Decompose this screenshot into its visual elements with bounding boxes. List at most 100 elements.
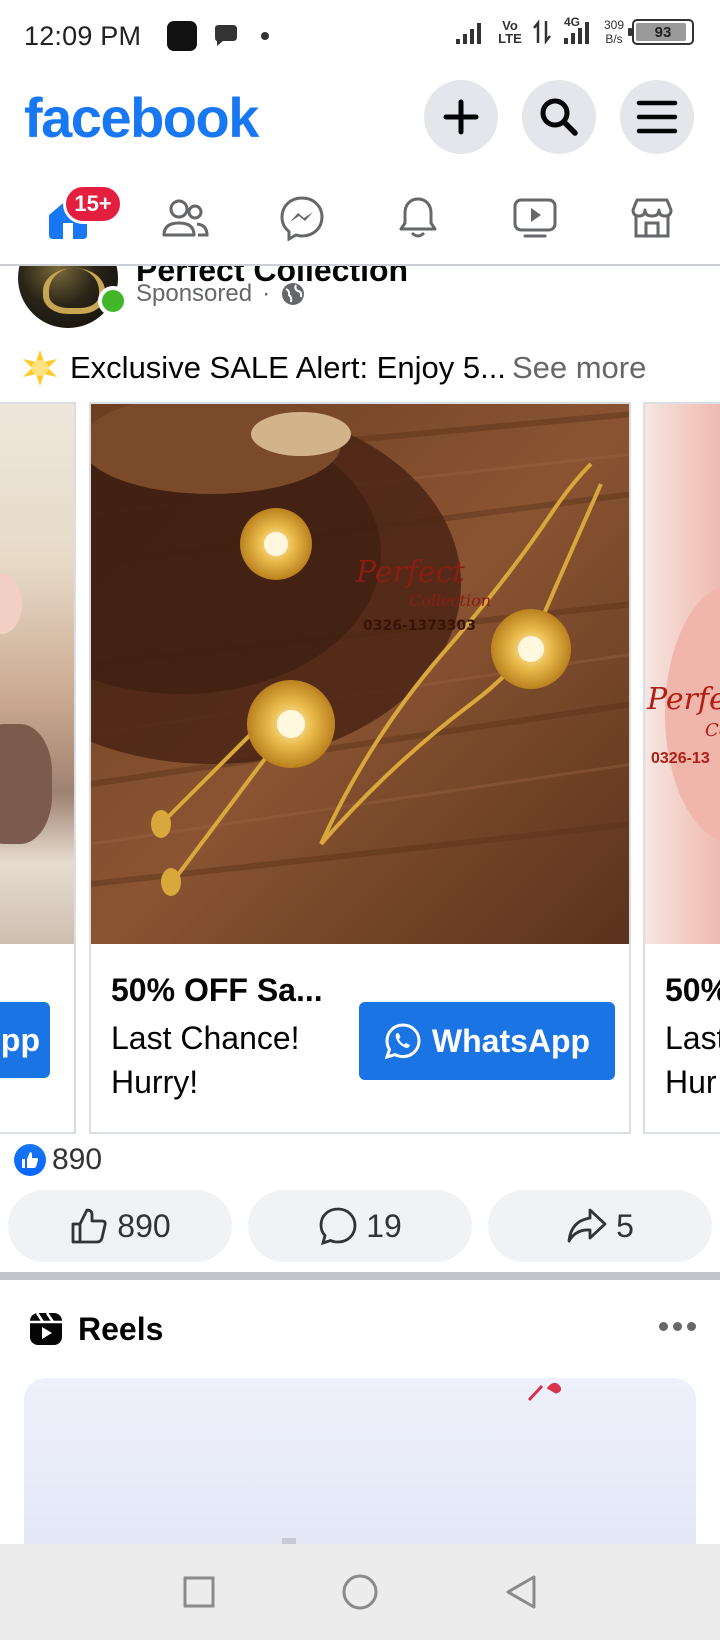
data-arrows-icon: [532, 19, 551, 45]
net-speed: 309 B/s: [604, 18, 624, 46]
share-icon: [567, 1208, 607, 1243]
watermark-phone-right: 0326-13: [651, 750, 710, 767]
tab-home[interactable]: 15+: [23, 178, 123, 258]
more-dot: [687, 1322, 696, 1331]
more-notifications-dot: [261, 32, 270, 40]
card-image-left: [0, 404, 74, 944]
card-footer-left: pp: [0, 944, 74, 1132]
see-more-link[interactable]: See more: [512, 350, 646, 386]
like-count: 890: [117, 1207, 171, 1244]
watermark-perfect: Perfect: [355, 555, 466, 590]
app-header: facebook: [0, 72, 720, 162]
whatsapp-icon: [384, 1023, 421, 1060]
card-image-right: Perfec Co 0326-13: [645, 404, 720, 944]
feed-separator: [0, 1272, 720, 1280]
facebook-logo[interactable]: facebook: [24, 85, 259, 150]
post-body: Exclusive SALE Alert: Enjoy 5...: [70, 350, 506, 385]
system-nav-bar: [0, 1544, 720, 1640]
carousel-card-center[interactable]: Perfect Collection 0326-1373303 50% OFF …: [89, 402, 631, 1134]
net-speed-value: 309: [603, 18, 624, 32]
nav-tabs: 15+: [0, 172, 720, 266]
watermark-phone: 0326-1373303: [363, 618, 476, 634]
home-circle-icon[interactable]: [341, 1573, 379, 1611]
card-subtitle-line2: Hurry!: [111, 1064, 199, 1100]
app-notification-icon: [167, 21, 198, 51]
like-reaction-icon: [14, 1144, 46, 1176]
whatsapp-button-label: WhatsApp: [431, 1022, 591, 1059]
glowing-star-icon: [23, 350, 57, 386]
necklace-product-image: Perfect Collection 0326-1373303: [91, 404, 629, 944]
tab-messenger[interactable]: [257, 178, 347, 258]
sponsored-line: Sponsored ·: [136, 280, 306, 308]
tab-video[interactable]: [490, 178, 580, 258]
comment-count: 19: [366, 1207, 402, 1244]
like-button[interactable]: 890: [8, 1190, 232, 1262]
whatsapp-button-left[interactable]: pp: [0, 1002, 50, 1078]
like-icon: [71, 1208, 107, 1244]
comment-icon: [319, 1207, 357, 1246]
reels-header: Reels: [0, 1284, 720, 1374]
globe-icon: [282, 283, 305, 305]
battery-level: 93: [654, 23, 672, 41]
carousel-card-right[interactable]: Perfec Co 0326-13 50% Last Hur: [643, 402, 720, 1134]
notifications-icon: [399, 197, 437, 238]
post-actions: 890 19 5: [8, 1190, 712, 1262]
watermark-collection: Collection: [409, 591, 491, 610]
whatsapp-button-left-label: pp: [0, 1021, 40, 1058]
messenger-icon: [280, 196, 324, 241]
reaction-summary[interactable]: 890: [14, 1140, 102, 1180]
signal-icon-2: [563, 22, 589, 44]
dried-flower-shape: [0, 724, 52, 844]
reels-icon: [30, 1312, 62, 1345]
tab-friends[interactable]: [140, 178, 230, 258]
more-dot: [659, 1322, 668, 1331]
search-icon: [540, 98, 578, 136]
home-badge: 15+: [63, 184, 123, 224]
status-time: 12:09 PM: [24, 20, 142, 51]
hand-shape: [0, 574, 22, 634]
tab-notifications[interactable]: [373, 178, 463, 258]
comment-button[interactable]: 19: [248, 1190, 472, 1262]
recent-apps-icon[interactable]: [182, 1575, 216, 1609]
card-subtitle-line1: Last Chance!: [111, 1020, 300, 1056]
online-status-dot: [98, 286, 128, 316]
create-button[interactable]: [424, 80, 498, 154]
share-count: 5: [616, 1207, 634, 1244]
back-icon[interactable]: [504, 1574, 538, 1610]
reels-title: Reels: [78, 1310, 164, 1347]
ad-carousel[interactable]: pp Perfect Collection 0326-1373303 50% O…: [0, 402, 720, 1134]
plus-icon: [443, 99, 479, 135]
signal-4g: 4G: [560, 15, 596, 45]
card-image-center: Perfect Collection 0326-1373303: [91, 404, 629, 944]
menu-icon: [636, 100, 678, 134]
tab-marketplace[interactable]: [607, 178, 697, 258]
share-button[interactable]: 5: [488, 1190, 712, 1262]
volte-label: Vo LTE: [498, 18, 522, 46]
search-button[interactable]: [522, 80, 596, 154]
reels-more-button[interactable]: [659, 1322, 696, 1331]
meta-separator: ·: [262, 280, 271, 307]
status-left: 12:09 PM: [24, 20, 270, 52]
status-right: Vo LTE 4G 309 B/s 93: [454, 15, 694, 46]
signal-icon: [455, 23, 481, 44]
video-icon: [513, 198, 557, 238]
friends-icon: [162, 199, 209, 237]
post-header: Perfect Collection Sponsored ·: [0, 266, 720, 328]
card-subtitle-right-line1: Last: [665, 1020, 720, 1056]
card-footer-right: 50% Last Hur: [645, 944, 720, 1132]
card-title-right: 50%: [665, 972, 720, 1008]
status-bar: 12:09 PM Vo LTE 4G 309 B/s 93: [0, 0, 720, 72]
menu-button[interactable]: [620, 80, 694, 154]
battery-icon: 93: [628, 19, 694, 45]
watermark-perfect-right: Perfec: [647, 682, 720, 717]
post-text: Exclusive SALE Alert: Enjoy 5... See mor…: [18, 344, 708, 392]
card-subtitle-right-line2: Hur: [665, 1064, 717, 1100]
marketplace-icon: [631, 198, 673, 238]
card-footer-center: 50% OFF Sa... Last Chance! Hurry! WhatsA…: [91, 944, 629, 1132]
carousel-card-left[interactable]: pp: [0, 402, 76, 1134]
header-actions: [424, 80, 694, 154]
reaction-count: 890: [52, 1143, 103, 1176]
whatsapp-button[interactable]: WhatsApp: [359, 1002, 615, 1080]
sponsored-label[interactable]: Sponsored: [136, 280, 252, 308]
more-dot: [673, 1322, 682, 1331]
